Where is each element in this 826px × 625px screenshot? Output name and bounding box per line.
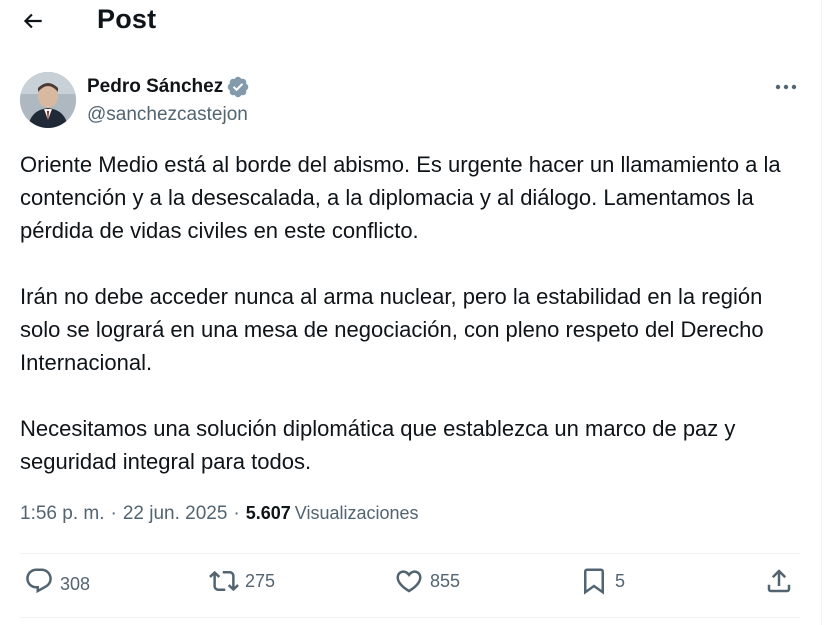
page-title: Post: [97, 4, 157, 34]
bookmark-button[interactable]: 5: [579, 566, 625, 596]
tweet-paragraph: Necesitamos una solución diplomática que…: [20, 416, 736, 474]
top-bar: Post: [0, 0, 826, 44]
like-count: 855: [430, 570, 461, 591]
author-handle[interactable]: @sanchezcastejon: [87, 104, 248, 126]
more-options-button[interactable]: [773, 76, 799, 98]
divider: [20, 553, 800, 554]
more-dots-icon: [775, 84, 797, 90]
arrow-left-icon: [23, 13, 42, 29]
separator-dot: ·: [110, 503, 117, 524]
reply-count: 308: [60, 573, 91, 594]
back-button[interactable]: [20, 8, 50, 34]
verified-badge-icon[interactable]: [226, 75, 250, 99]
action-bar: 308 275 855 5: [0, 566, 826, 606]
like-button[interactable]: 855: [394, 566, 460, 596]
tweet-text: Oriente Medio está al borde del abismo. …: [20, 148, 800, 478]
tweet-date[interactable]: 22 jun. 2025: [123, 503, 228, 525]
avatar[interactable]: [20, 72, 76, 128]
tweet-paragraph: Oriente Medio está al borde del abismo. …: [20, 152, 781, 243]
author-name-row[interactable]: Pedro Sánchez: [87, 75, 250, 99]
repost-icon: [209, 570, 239, 592]
share-icon: [767, 569, 791, 593]
separator-dot: ·: [233, 503, 240, 524]
reply-icon: [26, 568, 52, 594]
reply-button[interactable]: 308: [24, 566, 90, 596]
share-button[interactable]: [764, 566, 794, 596]
views-label[interactable]: Visualizaciones: [295, 503, 419, 524]
tweet-time[interactable]: 1:56 p. m.: [20, 503, 105, 525]
divider: [20, 617, 800, 618]
bookmark-count: 5: [615, 570, 626, 591]
views-count[interactable]: 5.607: [246, 503, 291, 524]
column-border: [821, 0, 822, 625]
tweet-paragraph: Irán no debe acceder nunca al arma nucle…: [20, 284, 764, 375]
tweet-meta: 1:56 p. m. · 22 jun. 2025 · 5.607 Visual…: [20, 503, 419, 525]
repost-count: 275: [245, 570, 276, 591]
repost-button[interactable]: 275: [209, 566, 275, 596]
author-name[interactable]: Pedro Sánchez: [87, 76, 223, 98]
heart-icon: [396, 570, 422, 593]
bookmark-icon: [584, 568, 604, 595]
